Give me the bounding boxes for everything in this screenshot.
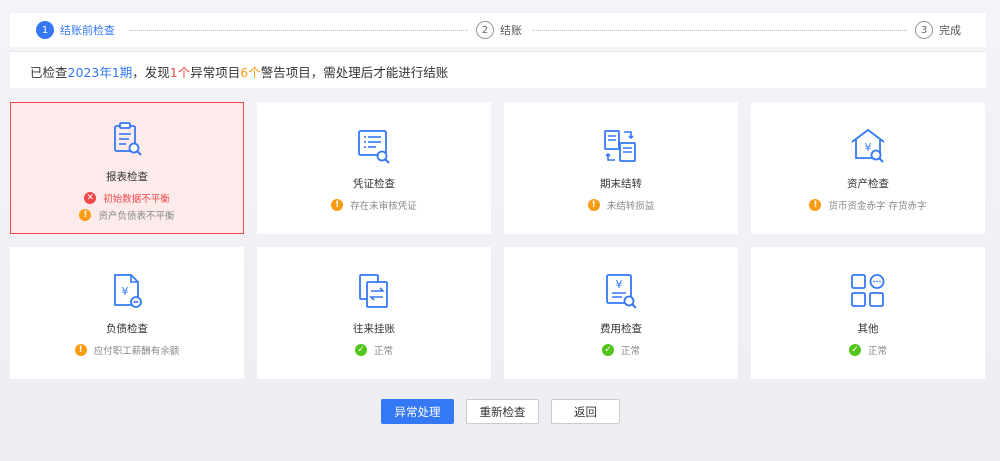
status-text: 存在未审核凭证 xyxy=(350,201,417,212)
card-other-check[interactable]: 其他 ✓ 正常 xyxy=(751,247,985,379)
card-status: ! 货币资金赤字 存货赤字 xyxy=(809,198,927,212)
recheck-button[interactable]: 重新检查 xyxy=(466,399,539,424)
step-number: 2 xyxy=(476,21,494,39)
step-connector xyxy=(532,30,907,31)
check-circle-icon: ✓ xyxy=(354,344,367,356)
card-asset-check[interactable]: ¥ 资产检查 ! 货币资金赤字 存货赤字 xyxy=(751,102,985,234)
card-report-check[interactable]: 报表检查 ✕ 初始数据不平衡 ! 资产负债表不平衡 xyxy=(10,102,244,234)
step-settle: 2 结账 xyxy=(476,21,522,39)
liability-doc-icon: ¥ xyxy=(114,274,142,308)
warning-icon: ! xyxy=(74,344,87,356)
step-finish: 3 完成 xyxy=(915,21,961,39)
card-voucher-check[interactable]: 凭证检查 ! 存在未审核凭证 xyxy=(257,102,491,234)
check-circle-icon: ✓ xyxy=(601,344,614,356)
card-expense-check[interactable]: ¥ 费用检查 ✓ 正常 xyxy=(504,247,738,379)
status-text: 正常 xyxy=(620,346,640,357)
step-connector xyxy=(130,30,468,31)
card-title: 凭证检查 xyxy=(353,178,395,190)
card-title: 报表检查 xyxy=(106,171,148,183)
svg-text:¥: ¥ xyxy=(616,278,623,291)
warning-icon: ! xyxy=(79,209,92,221)
transfer-icon xyxy=(604,130,636,162)
status-text: 应付职工薪酬有余额 xyxy=(93,346,180,357)
check-summary: 已检查2023年1期，发现1个异常项目6个警告项目，需处理后才能进行结账 xyxy=(10,51,986,88)
expense-search-icon: ¥ xyxy=(606,274,637,309)
card-status: ! 应付职工薪酬有余额 xyxy=(74,343,180,357)
back-button[interactable]: 返回 xyxy=(551,399,620,424)
voucher-search-icon xyxy=(358,130,390,164)
step-label: 结账 xyxy=(500,24,522,37)
card-title: 其他 xyxy=(857,323,879,335)
warning-icon: ! xyxy=(331,199,344,211)
card-status: ✕ 初始数据不平衡 xyxy=(84,191,170,205)
card-title: 负债检查 xyxy=(106,323,148,335)
warning-icon: ! xyxy=(587,199,600,211)
card-status: ✓ 正常 xyxy=(354,343,393,357)
status-text: 货币资金赤字 存货赤字 xyxy=(828,201,927,212)
status-text: 正常 xyxy=(373,346,393,357)
step-label: 完成 xyxy=(939,24,961,37)
error-icon: ✕ xyxy=(84,192,97,204)
summary-text: 已检查 xyxy=(30,65,68,80)
status-text: 未结转损益 xyxy=(606,201,655,212)
svg-text:¥: ¥ xyxy=(865,141,872,154)
summary-abnormal-count: 1个 xyxy=(169,65,191,80)
summary-text: 警告项目，需处理后才能进行结账 xyxy=(260,65,449,80)
card-status: ! 资产负债表不平衡 xyxy=(79,208,175,222)
step-check: 1 结账前检查 xyxy=(36,21,115,39)
card-pending-accounts[interactable]: 往来挂账 ✓ 正常 xyxy=(257,247,491,379)
summary-text: ，发现 xyxy=(132,65,170,80)
card-status: ✓ 正常 xyxy=(601,343,640,357)
card-title: 期末结转 xyxy=(600,178,642,190)
steps-bar: 1 结账前检查 2 结账 3 完成 xyxy=(10,13,986,47)
summary-period: 2023年1期 xyxy=(67,65,133,80)
handle-exception-button[interactable]: 异常处理 xyxy=(381,399,454,424)
grid-apps-icon xyxy=(851,274,885,307)
clipboard-search-icon xyxy=(114,122,142,156)
step-number: 3 xyxy=(915,21,933,39)
check-circle-icon: ✓ xyxy=(848,344,861,356)
card-status: ! 未结转损益 xyxy=(587,198,655,212)
card-liability-check[interactable]: ¥ 负债检查 ! 应付职工薪酬有余额 xyxy=(10,247,244,379)
card-status: ✓ 正常 xyxy=(848,343,887,357)
status-text: 初始数据不平衡 xyxy=(103,194,170,205)
warning-icon: ! xyxy=(809,199,822,211)
step-number: 1 xyxy=(36,21,54,39)
card-title: 费用检查 xyxy=(600,323,642,335)
status-text: 资产负债表不平衡 xyxy=(98,211,175,222)
asset-house-icon: ¥ xyxy=(851,128,885,163)
summary-text: 异常项目 xyxy=(190,65,241,80)
summary-warning-count: 6个 xyxy=(240,65,261,80)
step-label: 结账前检查 xyxy=(60,24,115,37)
status-text: 正常 xyxy=(867,346,887,357)
svg-text:¥: ¥ xyxy=(122,285,129,298)
card-period-end-transfer[interactable]: 期末结转 ! 未结转损益 xyxy=(504,102,738,234)
card-title: 资产检查 xyxy=(847,178,889,190)
card-status: ! 存在未审核凭证 xyxy=(331,198,417,212)
card-title: 往来挂账 xyxy=(353,323,395,335)
exchange-doc-icon xyxy=(359,274,388,308)
